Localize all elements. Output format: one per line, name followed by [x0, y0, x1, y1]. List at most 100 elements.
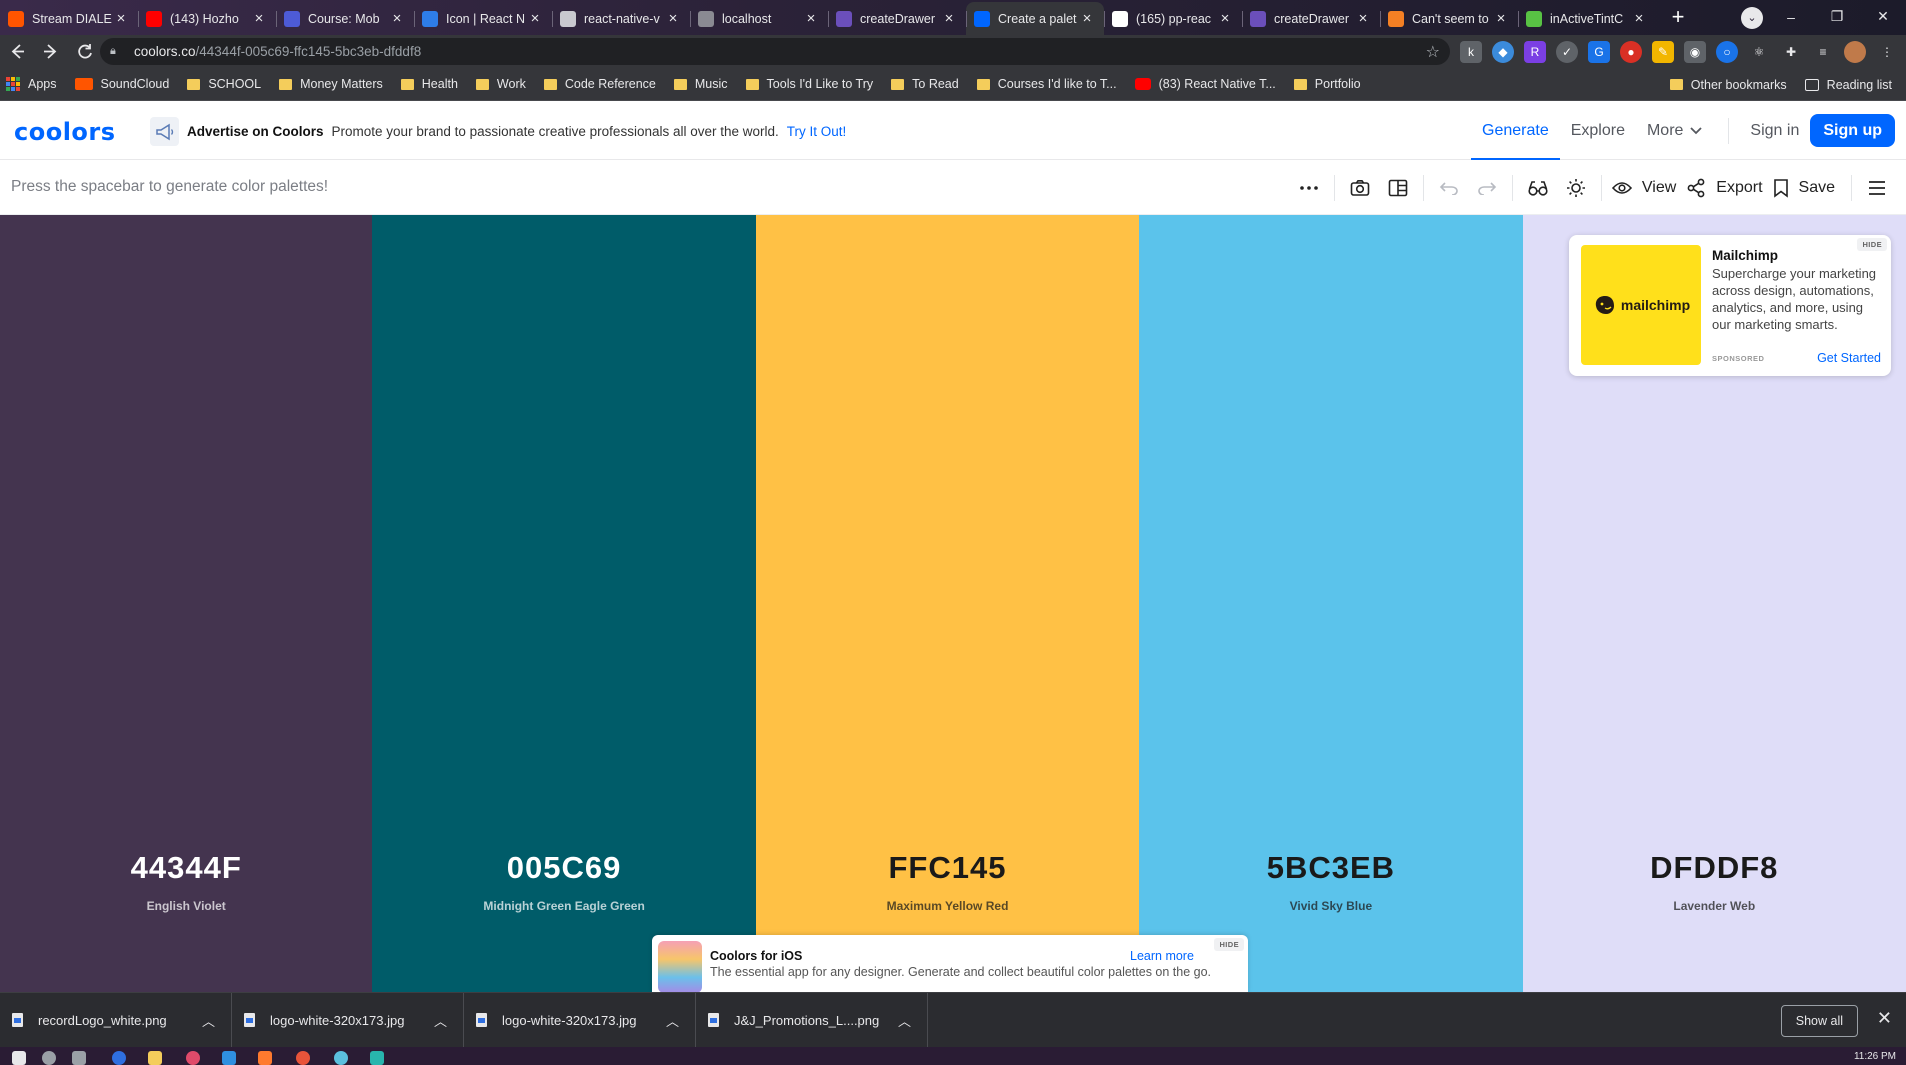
- tab-close-icon[interactable]: ×: [526, 10, 544, 27]
- color-hex-code[interactable]: FFC145: [756, 850, 1139, 886]
- taskbar-app-icon[interactable]: [186, 1051, 200, 1065]
- learn-more-link[interactable]: Learn more: [1130, 949, 1194, 963]
- color-swatch[interactable]: 44344F English Violet: [0, 215, 373, 992]
- browser-tab[interactable]: inActiveTintC ×: [1518, 2, 1656, 35]
- reload-button[interactable]: [68, 35, 102, 68]
- color-swatch[interactable]: FFC145 Maximum Yellow Red: [755, 215, 1140, 992]
- bookmark-item[interactable]: To Read: [891, 77, 959, 91]
- color-hex-code[interactable]: DFDDF8: [1523, 850, 1906, 886]
- close-downloads-icon[interactable]: ✕: [1877, 1008, 1892, 1029]
- profile-avatar[interactable]: [1844, 41, 1866, 63]
- menu-button[interactable]: [1858, 168, 1896, 208]
- tab-close-icon[interactable]: ×: [1216, 10, 1234, 27]
- search-icon[interactable]: [42, 1051, 56, 1065]
- tab-close-icon[interactable]: ×: [1492, 10, 1510, 27]
- chrome-menu-icon[interactable]: ⋮: [1876, 41, 1898, 63]
- download-options-chevron-icon[interactable]: ︿: [666, 1011, 679, 1030]
- nav-more[interactable]: More: [1636, 101, 1718, 160]
- extension-icon[interactable]: ◆: [1492, 41, 1514, 63]
- nav-generate[interactable]: Generate: [1471, 101, 1560, 160]
- extension-icon[interactable]: ○: [1716, 41, 1738, 63]
- bookmark-item[interactable]: (83) React Native T...: [1134, 77, 1276, 91]
- camera-extension-icon[interactable]: ◉: [1684, 41, 1706, 63]
- bookmark-star-icon[interactable]: ☆: [1426, 42, 1440, 62]
- color-hex-code[interactable]: 5BC3EB: [1139, 850, 1522, 886]
- more-options-button[interactable]: [1290, 168, 1328, 208]
- back-button[interactable]: [0, 35, 34, 68]
- export-button[interactable]: Export: [1686, 168, 1772, 208]
- taskbar-app-icon[interactable]: [370, 1051, 384, 1065]
- hide-banner-button[interactable]: HIDE: [1214, 938, 1244, 951]
- start-icon[interactable]: [12, 1051, 26, 1065]
- extension-icon[interactable]: R: [1524, 41, 1546, 63]
- bookmark-item[interactable]: Work: [475, 77, 526, 91]
- extension-icon[interactable]: k: [1460, 41, 1482, 63]
- restore-button[interactable]: ❐: [1814, 8, 1860, 25]
- color-hex-code[interactable]: 44344F: [0, 850, 372, 886]
- view-button[interactable]: View: [1608, 168, 1686, 208]
- sign-in-link[interactable]: Sign in: [1739, 101, 1810, 160]
- camera-button[interactable]: [1341, 168, 1379, 208]
- tab-close-icon[interactable]: ×: [112, 10, 130, 27]
- color-swatch[interactable]: 5BC3EB Vivid Sky Blue: [1139, 215, 1523, 992]
- browser-tab[interactable]: (143) Hozho ×: [138, 2, 276, 35]
- taskbar-app-icon[interactable]: [334, 1051, 348, 1065]
- download-item[interactable]: J&J_Promotions_L....png ︿: [696, 992, 928, 1048]
- taskbar-app-icon[interactable]: [258, 1051, 272, 1065]
- download-options-chevron-icon[interactable]: ︿: [202, 1011, 215, 1030]
- file-explorer-icon[interactable]: [148, 1051, 162, 1065]
- browser-tab[interactable]: Course: Mob ×: [276, 2, 414, 35]
- bookmark-item[interactable]: Health: [400, 77, 458, 91]
- translate-extension-icon[interactable]: G: [1588, 41, 1610, 63]
- download-item[interactable]: logo-white-320x173.jpg ︿: [232, 992, 464, 1048]
- nav-explore[interactable]: Explore: [1560, 101, 1636, 160]
- task-view-icon[interactable]: [72, 1051, 86, 1065]
- extension-icon[interactable]: ●: [1620, 41, 1642, 63]
- bookmark-item[interactable]: Code Reference: [543, 77, 656, 91]
- chrome-taskbar-icon[interactable]: [296, 1051, 310, 1065]
- download-options-chevron-icon[interactable]: ︿: [434, 1011, 447, 1030]
- sign-up-button[interactable]: Sign up: [1810, 114, 1895, 147]
- redo-button[interactable]: [1468, 168, 1506, 208]
- address-bar[interactable]: 🔒︎ coolors.co/44344f-005c69-ffc145-5bc3e…: [100, 38, 1450, 65]
- browser-tab[interactable]: Icon | React N ×: [414, 2, 552, 35]
- tab-close-icon[interactable]: ×: [802, 10, 820, 27]
- bookmark-item[interactable]: Music: [673, 77, 728, 91]
- close-window-button[interactable]: ✕: [1860, 8, 1906, 25]
- bookmark-item[interactable]: SCHOOL: [187, 77, 261, 91]
- tab-search-icon[interactable]: ⌄: [1741, 7, 1763, 29]
- adjust-palette-button[interactable]: [1557, 168, 1595, 208]
- tab-close-icon[interactable]: ×: [1354, 10, 1372, 27]
- browser-tab[interactable]: Create a palet ×: [966, 2, 1104, 35]
- show-all-downloads-button[interactable]: Show all: [1780, 1005, 1858, 1037]
- try-it-out-link[interactable]: Try It Out!: [787, 124, 847, 139]
- browser-tab[interactable]: createDrawer ×: [828, 2, 966, 35]
- tab-close-icon[interactable]: ×: [940, 10, 958, 27]
- browser-tab[interactable]: createDrawer ×: [1242, 2, 1380, 35]
- color-swatch[interactable]: 005C69 Midnight Green Eagle Green: [372, 215, 756, 992]
- browser-tab[interactable]: react-native-v ×: [552, 2, 690, 35]
- download-item[interactable]: recordLogo_white.png ︿: [0, 992, 232, 1048]
- other-bookmarks[interactable]: Other bookmarks: [1669, 78, 1787, 92]
- media-controls-icon[interactable]: ≡: [1812, 41, 1834, 63]
- reading-list[interactable]: Reading list: [1804, 78, 1892, 92]
- bookmark-item[interactable]: Apps: [6, 77, 57, 91]
- react-devtools-icon[interactable]: ⚛: [1748, 41, 1770, 63]
- tab-close-icon[interactable]: ×: [1630, 10, 1648, 27]
- download-options-chevron-icon[interactable]: ︿: [898, 1011, 911, 1030]
- ad-get-started-link[interactable]: Get Started: [1817, 351, 1881, 365]
- forward-button[interactable]: [34, 35, 68, 68]
- bookmark-item[interactable]: SoundCloud: [74, 77, 169, 91]
- minimize-button[interactable]: –: [1768, 9, 1814, 25]
- browser-tab[interactable]: localhost ×: [690, 2, 828, 35]
- tab-close-icon[interactable]: ×: [250, 10, 268, 27]
- bookmark-item[interactable]: Tools I'd Like to Try: [745, 77, 873, 91]
- download-item[interactable]: logo-white-320x173.jpg ︿: [464, 992, 696, 1048]
- ios-app-banner[interactable]: Coolors for iOS The essential app for an…: [652, 935, 1248, 993]
- browser-tab[interactable]: Can't seem to ×: [1380, 2, 1518, 35]
- tab-close-icon[interactable]: ×: [664, 10, 682, 27]
- tab-close-icon[interactable]: ×: [388, 10, 406, 27]
- color-blindness-button[interactable]: [1519, 168, 1557, 208]
- bookmark-item[interactable]: Money Matters: [279, 77, 383, 91]
- color-hex-code[interactable]: 005C69: [372, 850, 755, 886]
